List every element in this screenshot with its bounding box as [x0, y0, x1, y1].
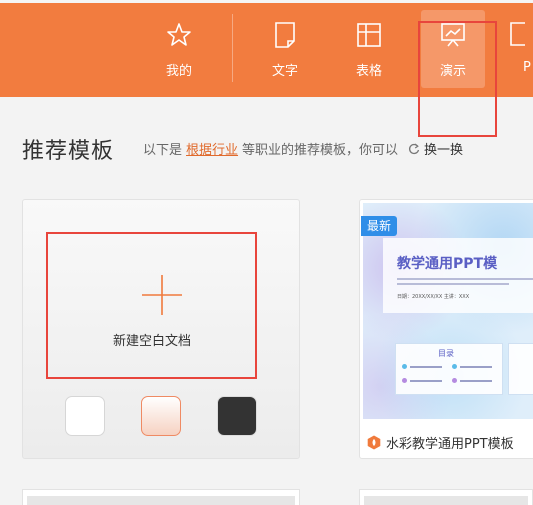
subtitle-suffix: 等职业的推荐模板，你可以 [242, 143, 399, 158]
nav-item-label: P [523, 60, 531, 75]
table-icon [354, 20, 384, 50]
nav-item-label: 文字 [271, 64, 298, 79]
new-badge: 最新 [361, 216, 397, 236]
swap-button[interactable]: 换一换 [408, 139, 463, 158]
template-card-next-right[interactable] [359, 489, 533, 505]
document-icon [270, 20, 300, 50]
nav-item-label: 表格 [355, 64, 382, 79]
top-border [0, 0, 533, 3]
subtitle: 以下是 根据行业 等职业的推荐模板，你可以 换一换 [143, 139, 463, 158]
template-card-next-left[interactable] [22, 489, 300, 505]
nav-item-writer[interactable]: 文字 [255, 20, 315, 82]
template-name[interactable]: 水彩教学通用PPT模板 [367, 433, 514, 452]
slide-meta: 日期：20XX/XX/XX 主讲：XXX [397, 294, 470, 300]
slide-title: 教学通用PPT模 [397, 256, 498, 272]
slide-preview-toc: 目录 [395, 343, 503, 395]
theme-swatch-peach[interactable] [141, 396, 181, 436]
nav-item-sheet[interactable]: 表格 [339, 20, 399, 82]
slide-subtitle-lines [397, 278, 533, 288]
swap-label: 换一换 [424, 143, 464, 158]
industry-link[interactable]: 根据行业 [186, 139, 238, 158]
nav-item-label: 我的 [165, 64, 192, 79]
subtitle-prefix: 以下是 [143, 143, 183, 158]
theme-swatch-white[interactable] [65, 396, 105, 436]
page-title: 推荐模板 [22, 139, 115, 164]
slide-preview-extra [508, 343, 533, 395]
annotation-box-nav [418, 21, 497, 137]
nav-item-pdf[interactable]: P [503, 20, 533, 82]
pdf-icon [503, 20, 533, 50]
template-name-label: 水彩教学通用PPT模板 [386, 437, 514, 452]
annotation-box-blank [46, 232, 257, 379]
slide-preview-main: 教学通用PPT模 日期：20XX/XX/XX 主讲：XXX [383, 238, 533, 313]
star-icon [164, 20, 194, 50]
nav-item-mine[interactable]: 我的 [149, 20, 209, 82]
template-brand-icon [367, 435, 381, 450]
nav-divider [232, 14, 233, 82]
theme-swatch-dark[interactable] [217, 396, 257, 436]
refresh-icon [409, 143, 420, 154]
toc-title: 目录 [438, 349, 454, 358]
